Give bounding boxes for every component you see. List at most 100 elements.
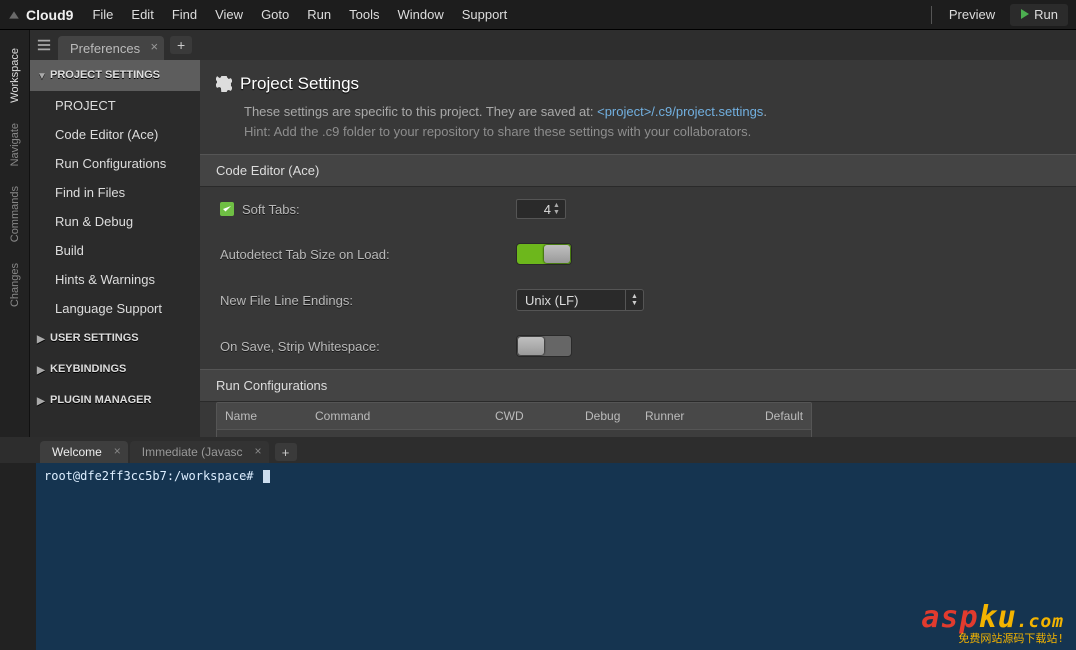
soft-tabs-label: Soft Tabs:	[242, 202, 300, 217]
side-tab-commands[interactable]: Commands	[9, 186, 21, 242]
autodetect-label: Autodetect Tab Size on Load:	[220, 247, 390, 262]
setting-soft-tabs: Soft Tabs: 4 ▲▼	[200, 187, 1076, 231]
side-tabs: Workspace Navigate Commands Changes	[0, 30, 30, 437]
pref-item-code-editor[interactable]: Code Editor (Ace)	[30, 120, 200, 149]
soft-tabs-value: 4	[544, 202, 551, 217]
soft-tabs-spinner[interactable]: 4 ▲▼	[516, 199, 566, 219]
watermark-text-dot: .com	[1017, 611, 1064, 632]
caret-down-icon: ▼	[37, 70, 47, 84]
term-tab-immediate[interactable]: Immediate (Javasc ×	[130, 441, 269, 463]
terminal-tab-bar: Welcome × Immediate (Javasc × +	[0, 437, 1076, 463]
intro-lead: These settings are specific to this proj…	[244, 104, 597, 119]
terminal-prompt: root@dfe2ff3cc5b7:/workspace#	[44, 469, 254, 483]
pref-item-project[interactable]: PROJECT	[30, 91, 200, 120]
preview-button[interactable]: Preview	[940, 0, 1004, 30]
newfile-value: Unix (LF)	[525, 293, 578, 308]
soft-tabs-checkbox[interactable]	[220, 202, 234, 216]
run-config-table: Name Command CWD Debug Runner Default No…	[216, 402, 812, 437]
menu-view[interactable]: View	[206, 0, 252, 30]
logo[interactable]: Cloud9	[26, 7, 73, 23]
col-command[interactable]: Command	[307, 403, 487, 429]
watermark-text-a: asp	[921, 600, 978, 635]
menu-file[interactable]: File	[83, 0, 122, 30]
close-icon[interactable]: ×	[151, 40, 159, 53]
toggle-knob	[544, 245, 570, 263]
term-tab-welcome[interactable]: Welcome ×	[40, 441, 128, 463]
table-header: Name Command CWD Debug Runner Default	[217, 403, 811, 430]
caret-right-icon: ▶	[37, 364, 45, 378]
close-icon[interactable]: ×	[254, 444, 261, 458]
pref-group-label: USER SETTINGS	[50, 332, 139, 344]
pref-group-user-settings[interactable]: ▶ USER SETTINGS	[30, 323, 200, 354]
menu-run[interactable]: Run	[298, 0, 340, 30]
spinner-arrows-icon[interactable]: ▲▼	[553, 200, 563, 218]
intro-path: <project>/.c9/project.settings	[597, 104, 763, 119]
section-code-editor: Code Editor (Ace)	[200, 154, 1076, 187]
setting-newfile-endings: New File Line Endings: Unix (LF) ▲▼	[200, 277, 1076, 323]
setting-strip-whitespace: On Save, Strip Whitespace:	[200, 323, 1076, 369]
editor-tab-bar: Preferences × +	[30, 30, 1076, 60]
term-tab-label: Immediate (Javasc	[142, 445, 243, 459]
select-handle-icon: ▲▼	[625, 290, 643, 310]
caret-right-icon: ▶	[37, 333, 45, 347]
intro-hint: Hint: Add the .c9 folder to your reposit…	[244, 124, 751, 139]
preferences-content: Project Settings These settings are spec…	[200, 60, 1076, 437]
preferences-sidebar: ▼ PROJECT SETTINGS PROJECT Code Editor (…	[30, 60, 200, 437]
term-tab-label: Welcome	[52, 445, 102, 459]
newfile-select[interactable]: Unix (LF) ▲▼	[516, 289, 644, 311]
pref-item-run-debug[interactable]: Run & Debug	[30, 207, 200, 236]
pref-group-keybindings[interactable]: ▶ KEYBINDINGS	[30, 354, 200, 385]
col-name[interactable]: Name	[217, 403, 307, 429]
autodetect-toggle[interactable]	[516, 243, 572, 265]
watermark-text-b: ku	[979, 600, 1017, 635]
pref-group-plugin-manager[interactable]: ▶ PLUGIN MANAGER	[30, 385, 200, 416]
table-empty-row: No run configurations	[217, 430, 811, 437]
caret-right-icon: ▶	[37, 395, 45, 409]
menu-edit[interactable]: Edit	[122, 0, 162, 30]
new-terminal-button[interactable]: +	[275, 443, 297, 461]
side-tab-workspace[interactable]: Workspace	[9, 48, 21, 103]
pref-item-find-in-files[interactable]: Find in Files	[30, 178, 200, 207]
pref-item-run-config[interactable]: Run Configurations	[30, 149, 200, 178]
play-icon	[1020, 7, 1034, 22]
col-debug[interactable]: Debug	[577, 403, 637, 429]
pref-group-label: KEYBINDINGS	[50, 363, 126, 375]
menu-support[interactable]: Support	[453, 0, 517, 30]
menu-tools[interactable]: Tools	[340, 0, 388, 30]
panel-menu-icon[interactable]	[30, 30, 58, 60]
pref-group-label: PLUGIN MANAGER	[50, 394, 151, 406]
run-button-label: Run	[1034, 7, 1058, 22]
page-title: Project Settings	[200, 60, 1076, 100]
cloud9-menu-icon[interactable]	[8, 9, 20, 21]
menubar-divider	[931, 6, 932, 24]
onsave-label: On Save, Strip Whitespace:	[220, 339, 380, 354]
terminal-cursor	[263, 470, 270, 483]
tab-label: Preferences	[70, 41, 140, 56]
menu-goto[interactable]: Goto	[252, 0, 298, 30]
pref-item-language-support[interactable]: Language Support	[30, 294, 200, 323]
section-run-config: Run Configurations	[200, 369, 1076, 402]
pref-group-project-settings[interactable]: ▼ PROJECT SETTINGS	[30, 60, 200, 91]
strip-whitespace-toggle[interactable]	[516, 335, 572, 357]
col-cwd[interactable]: CWD	[487, 403, 577, 429]
tab-preferences[interactable]: Preferences ×	[58, 36, 164, 60]
terminal[interactable]: root@dfe2ff3cc5b7:/workspace# aspku.com …	[0, 463, 1076, 650]
menu-window[interactable]: Window	[388, 0, 452, 30]
side-tab-navigate[interactable]: Navigate	[9, 123, 21, 166]
side-tab-changes[interactable]: Changes	[9, 263, 21, 307]
menu-find[interactable]: Find	[163, 0, 206, 30]
pref-item-hints-warnings[interactable]: Hints & Warnings	[30, 265, 200, 294]
menubar: Cloud9 File Edit Find View Goto Run Tool…	[0, 0, 1076, 30]
gear-icon	[216, 76, 232, 92]
col-default[interactable]: Default	[757, 403, 811, 429]
new-tab-button[interactable]: +	[170, 36, 192, 54]
pref-item-build[interactable]: Build	[30, 236, 200, 265]
run-button[interactable]: Run	[1010, 4, 1068, 26]
setting-autodetect: Autodetect Tab Size on Load:	[200, 231, 1076, 277]
pref-group-label: PROJECT SETTINGS	[50, 69, 160, 81]
page-intro: These settings are specific to this proj…	[200, 100, 1076, 154]
close-icon[interactable]: ×	[114, 444, 121, 458]
page-title-text: Project Settings	[240, 74, 359, 94]
toggle-knob	[518, 337, 544, 355]
col-runner[interactable]: Runner	[637, 403, 757, 429]
